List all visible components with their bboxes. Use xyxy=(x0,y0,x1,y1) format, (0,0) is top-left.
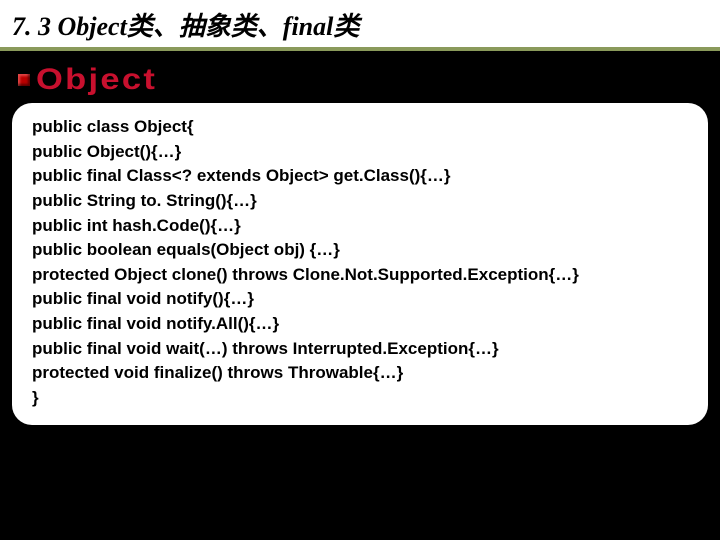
code-line: public int hash.Code(){…} xyxy=(32,214,692,239)
slide-header: 7. 3 Object类、抽象类、final类 xyxy=(0,0,720,51)
code-line: protected void finalize() throws Throwab… xyxy=(32,361,692,386)
section-heading-row: Object xyxy=(10,63,710,97)
code-line: public String to. String(){…} xyxy=(32,189,692,214)
code-line: public Object(){…} xyxy=(32,140,692,165)
section-title: Object xyxy=(36,63,157,97)
code-line: public final Class<? extends Object> get… xyxy=(32,164,692,189)
code-line: public final void wait(…) throws Interru… xyxy=(32,337,692,362)
bullet-icon xyxy=(18,74,30,86)
code-line: public final void notify.All(){…} xyxy=(32,312,692,337)
slide-body: Object public class Object{ public Objec… xyxy=(0,51,720,425)
slide-title: 7. 3 Object类、抽象类、final类 xyxy=(12,6,708,43)
code-line: public final void notify(){…} xyxy=(32,287,692,312)
code-line: public boolean equals(Object obj) {…} xyxy=(32,238,692,263)
code-line: protected Object clone() throws Clone.No… xyxy=(32,263,692,288)
code-line: public class Object{ xyxy=(32,115,692,140)
code-line: } xyxy=(32,386,692,411)
code-block: public class Object{ public Object(){…} … xyxy=(12,103,708,425)
